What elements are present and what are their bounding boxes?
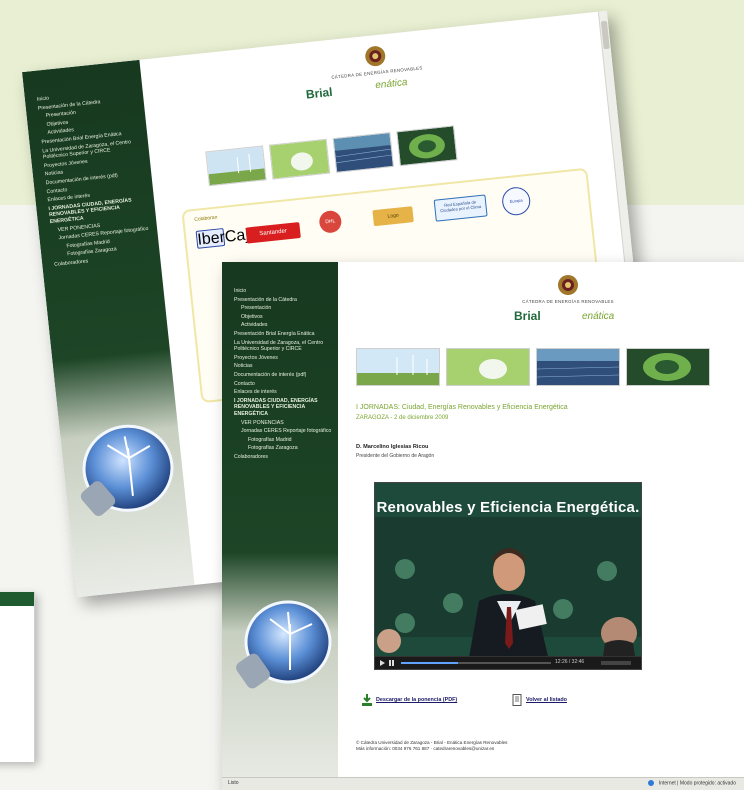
lightbulb-icon xyxy=(236,600,332,689)
partial-window-header xyxy=(0,592,34,606)
security-zone: Internet | Modo protegido: activado xyxy=(648,780,736,786)
sponsor-logo-red-espanola[interactable]: Red Española de Ciudades por el Clima xyxy=(433,194,488,222)
video-controls: 12:26 / 32:46 xyxy=(375,656,641,669)
brial-logo: Brial xyxy=(514,309,541,323)
volume-slider[interactable] xyxy=(601,661,631,665)
sidebar-nav: Inicio Presentación de la Cátedra Presen… xyxy=(22,60,160,270)
brial-logo: Brial xyxy=(305,84,334,102)
lightbulb-grass-photo xyxy=(446,348,530,386)
document-icon xyxy=(512,694,522,706)
play-icon[interactable] xyxy=(380,660,385,666)
video-progress-fill xyxy=(401,662,458,664)
nav-item-fotos-madrid[interactable]: Fotografías Madrid xyxy=(234,437,332,444)
security-zone-text: Internet | Modo protegido: activado xyxy=(658,780,736,787)
photo-strip xyxy=(356,348,710,386)
video-seek-bar[interactable] xyxy=(401,662,551,664)
nav-item-fotos-zaragoza[interactable]: Fotografías Zaragoza xyxy=(234,445,332,452)
enatica-logo: enática xyxy=(374,76,409,92)
enatica-logo: enática xyxy=(582,311,615,322)
front-browser-window: Inicio Presentación de la Cátedra Presen… xyxy=(222,262,744,790)
nav-item-jornadas[interactable]: I JORNADAS CIUDAD, ENERGÍAS RENOVABLES Y… xyxy=(234,398,332,418)
nav-item-proyectos[interactable]: Proyectos Jóvenes xyxy=(234,355,332,362)
video-time: 12:26 / 32:46 xyxy=(555,659,585,665)
brand-logos: Brial enática xyxy=(498,307,638,325)
nav-item-contacto[interactable]: Contacto xyxy=(234,381,332,388)
nav-item-reportaje[interactable]: Jornadas CERES Reportaje fotográfico xyxy=(234,428,332,435)
green-leaf-photo xyxy=(626,348,710,386)
nav-item-objetivos[interactable]: Objetivos xyxy=(234,314,332,321)
status-text: Listo xyxy=(228,780,239,786)
download-row[interactable]: Descargar de la ponencia (PDF) xyxy=(362,694,457,706)
video-player[interactable]: Renovables y Eficiencia Energética. 12:2… xyxy=(374,482,642,670)
event-title: I JORNADAS: Ciudad, Energías Renovables … xyxy=(356,404,568,411)
partial-window-left xyxy=(0,592,35,762)
footer-line-2: Más información: 0034 976 761 887 · cate… xyxy=(356,746,495,751)
sidebar: Inicio Presentación de la Cátedra Presen… xyxy=(222,262,338,790)
download-icon xyxy=(362,694,372,706)
sponsor-logo-generic[interactable]: Logo xyxy=(372,206,414,227)
green-leaf-photo xyxy=(396,125,458,167)
globe-icon xyxy=(648,780,655,786)
status-bar: Listo Internet | Modo protegido: activad… xyxy=(222,777,744,790)
header-title: CÁTEDRA DE ENERGÍAS RENOVABLES xyxy=(522,299,614,304)
event-date: ZARAGOZA - 2 de diciembre 2009 xyxy=(356,415,449,421)
back-to-list-link[interactable]: Volver al listado xyxy=(526,697,567,703)
sponsors-title: Colaboran xyxy=(194,214,218,223)
nav-item-universidad[interactable]: La Universidad de Zaragoza, el Centro Po… xyxy=(234,340,332,353)
main-content: CÁTEDRA DE ENERGÍAS RENOVABLES Brial ená… xyxy=(338,262,744,790)
speaker-role: Presidente del Gobierno de Aragón xyxy=(356,453,435,459)
lightbulb-grass-photo xyxy=(268,138,331,180)
nav-item-enlaces[interactable]: Enlaces de interés xyxy=(234,389,332,396)
nav-item-colaboradores[interactable]: Colaboradores xyxy=(234,454,332,461)
nav-item-documentacion[interactable]: Documentación de interés (pdf) xyxy=(234,372,332,379)
back-to-list-row[interactable]: Volver al listado xyxy=(512,694,567,706)
sponsor-logo-ibercaja[interactable]: IberCaja xyxy=(195,225,259,249)
nav-item-actividades[interactable]: Actividades xyxy=(234,322,332,329)
solar-panels-photo xyxy=(332,132,394,173)
nav-item-presentacion-brial[interactable]: Presentación Brial Energía Enática xyxy=(234,331,332,338)
photo-strip xyxy=(205,125,458,187)
download-pdf-link[interactable]: Descargar de la ponencia (PDF) xyxy=(376,697,457,703)
sidebar-nav: Inicio Presentación de la Cátedra Presen… xyxy=(222,262,338,460)
university-emblem-icon xyxy=(365,46,386,67)
nav-item-presentacion[interactable]: Presentación xyxy=(234,305,332,312)
solar-panels-photo xyxy=(536,348,620,386)
university-emblem-icon xyxy=(558,275,578,295)
video-banner-text: Renovables y Eficiencia Energética. xyxy=(376,499,640,516)
speaker-name: D. Marcelino Iglesias Ricou xyxy=(356,444,429,450)
nav-item-presentacion-catedra[interactable]: Presentación de la Cátedra xyxy=(234,297,332,304)
nav-item-inicio[interactable]: Inicio xyxy=(234,288,332,295)
wind-turbines-photo xyxy=(356,348,440,386)
sponsor-logo-dhl[interactable]: DHL xyxy=(318,209,343,234)
sponsor-logo-europa[interactable]: Europa xyxy=(500,185,532,217)
nav-item-noticias[interactable]: Noticias xyxy=(234,363,332,370)
header: CÁTEDRA DE ENERGÍAS RENOVABLES Brial ená… xyxy=(498,274,638,325)
pause-icon[interactable] xyxy=(389,660,394,666)
nav-item-ver-ponencias[interactable]: VER PONENCIAS xyxy=(234,420,332,427)
footer: © Cátedra Universidad de Zaragoza - Bria… xyxy=(356,740,507,752)
lightbulb-icon xyxy=(80,424,174,516)
wind-turbines-photo xyxy=(205,145,267,187)
